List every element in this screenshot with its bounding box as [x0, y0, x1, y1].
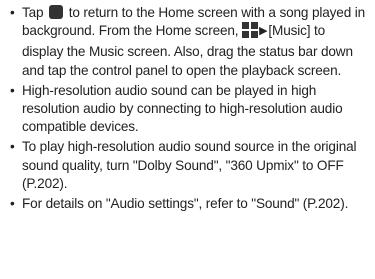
bullet: • — [10, 196, 15, 212]
bullet: • — [10, 139, 15, 155]
note-item-home: • Tap to return to the Home screen with … — [10, 4, 369, 80]
home-button-icon — [49, 5, 64, 19]
bullet: • — [10, 82, 15, 98]
note-text: High-resolution audio sound can be playe… — [22, 82, 343, 135]
note-text-pre: Tap — [22, 5, 44, 20]
apps-menu-icon — [242, 22, 259, 43]
note-item-audio-settings: • For details on "Audio settings", refer… — [10, 195, 369, 213]
note-item-hires: • High-resolution audio sound can be pla… — [10, 82, 369, 137]
arrow-right-icon: ▶ — [259, 25, 268, 38]
bullet: • — [10, 5, 15, 20]
note-text: For details on "Audio settings", refer t… — [22, 196, 349, 212]
notes-list: • Tap to return to the Home screen with … — [10, 4, 369, 213]
note-text: To play high-resolution audio sound sour… — [22, 139, 357, 191]
manual-page: • Tap to return to the Home screen with … — [0, 0, 375, 279]
note-item-original-quality: • To play high-resolution audio sound so… — [10, 138, 369, 193]
